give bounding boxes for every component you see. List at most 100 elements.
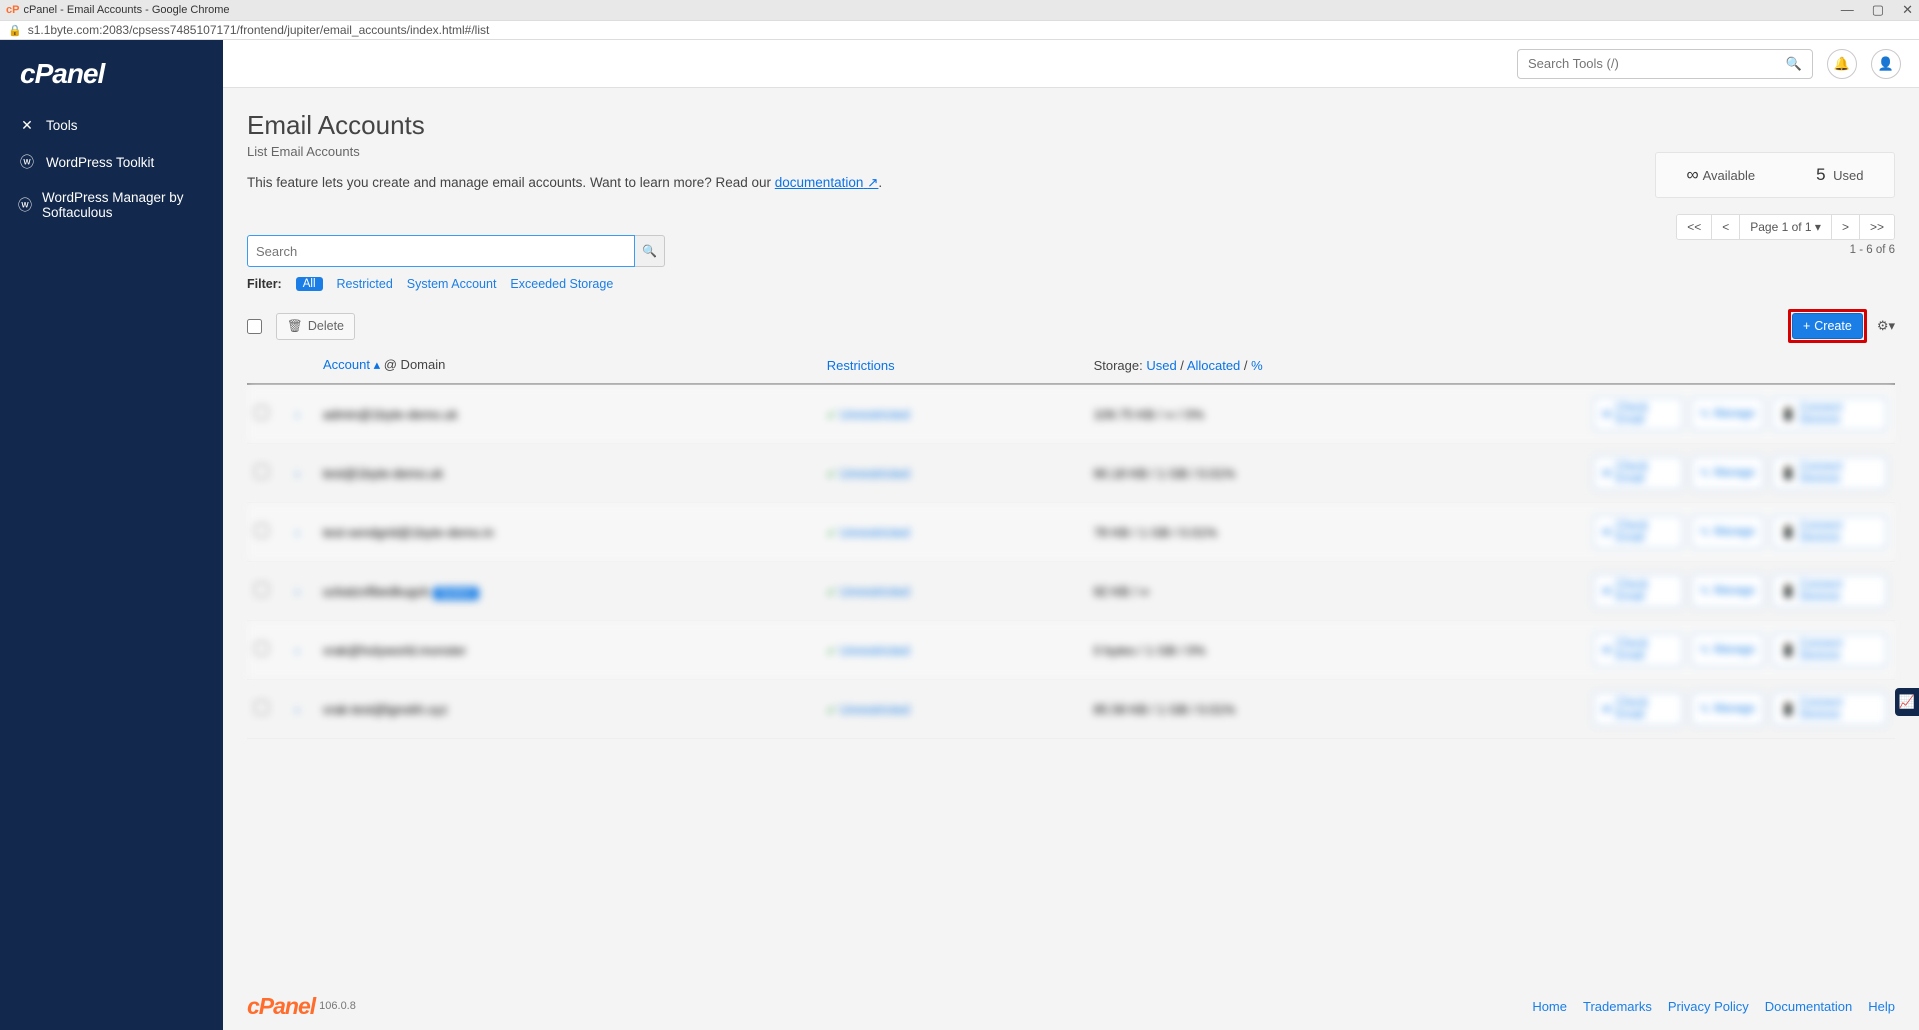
- table-row: ›test-sendgrid@1byte-demo.in✔ Unrestrict…: [247, 503, 1895, 562]
- sidebar-item-label: WordPress Toolkit: [46, 155, 154, 170]
- sidebar-item-label: Tools: [46, 118, 78, 133]
- connect-devices-button-icon: 📱: [1781, 407, 1795, 421]
- check-icon: ✔: [827, 469, 836, 481]
- check-email-button-icon: ✉: [1602, 466, 1612, 480]
- settings-dropdown[interactable]: ⚙▾: [1877, 318, 1895, 334]
- check-email-button[interactable]: ✉Check Email: [1593, 633, 1683, 667]
- footer-link-home[interactable]: Home: [1532, 999, 1567, 1014]
- manage-button[interactable]: ✎Manage: [1691, 633, 1764, 667]
- system-badge: System: [433, 587, 478, 600]
- page-prev-button[interactable]: <: [1712, 215, 1740, 239]
- connect-devices-button[interactable]: 📱Connect Devices: [1772, 456, 1887, 490]
- check-icon: ✔: [827, 410, 836, 422]
- table-row: ›vrak-test@lgnokh.xyz✔ Unrestricted85.58…: [247, 680, 1895, 739]
- table-search-button[interactable]: 🔍: [635, 235, 665, 267]
- connect-devices-button[interactable]: 📱Connect Devices: [1772, 397, 1887, 431]
- filters: Filter: All Restricted System Account Ex…: [247, 277, 1895, 291]
- row-checkbox[interactable]: [255, 524, 268, 537]
- expand-icon[interactable]: ›: [295, 407, 299, 422]
- connect-devices-button-icon: 📱: [1781, 525, 1795, 539]
- expand-icon[interactable]: ›: [295, 643, 299, 658]
- check-email-button[interactable]: ✉Check Email: [1593, 515, 1683, 549]
- footer-link-help[interactable]: Help: [1868, 999, 1895, 1014]
- minimize-button[interactable]: —: [1841, 2, 1854, 18]
- row-checkbox[interactable]: [255, 583, 268, 596]
- account-button[interactable]: 👤: [1871, 49, 1901, 79]
- filter-all[interactable]: All: [296, 277, 323, 291]
- manage-button-icon: ✎: [1700, 525, 1710, 539]
- row-restriction: ✔ Unrestricted: [819, 680, 1086, 739]
- stats-edge-tab[interactable]: 📈: [1895, 688, 1919, 716]
- create-button[interactable]: + Create: [1792, 313, 1863, 339]
- global-search-input[interactable]: [1528, 56, 1786, 71]
- sidebar-item-tools[interactable]: ✕ Tools: [0, 108, 223, 143]
- check-icon: ✔: [827, 646, 836, 658]
- stats-box: ∞Available 5 Used: [1655, 152, 1895, 198]
- row-restriction: ✔ Unrestricted: [819, 562, 1086, 621]
- manage-button[interactable]: ✎Manage: [1691, 574, 1764, 608]
- sidebar-item-wp-toolkit[interactable]: ⓦ WordPress Toolkit: [0, 143, 223, 181]
- check-email-button[interactable]: ✉Check Email: [1593, 397, 1683, 431]
- page-indicator[interactable]: Page 1 of 1 ▾: [1740, 215, 1832, 239]
- storage-used-link[interactable]: Used: [1146, 358, 1176, 373]
- row-restriction: ✔ Unrestricted: [819, 503, 1086, 562]
- connect-devices-button[interactable]: 📱Connect Devices: [1772, 574, 1887, 608]
- manage-button[interactable]: ✎Manage: [1691, 397, 1764, 431]
- infinity-icon: ∞: [1686, 165, 1698, 184]
- filter-restricted[interactable]: Restricted: [337, 277, 393, 291]
- maximize-button[interactable]: ▢: [1872, 2, 1884, 18]
- select-all-checkbox[interactable]: [247, 319, 262, 334]
- expand-icon[interactable]: ›: [295, 702, 299, 717]
- storage-allocated-link[interactable]: Allocated: [1187, 358, 1240, 373]
- connect-devices-button[interactable]: 📱Connect Devices: [1772, 515, 1887, 549]
- documentation-link[interactable]: documentation ↗: [775, 175, 879, 190]
- connect-devices-button[interactable]: 📱Connect Devices: [1772, 633, 1887, 667]
- browser-addressbar[interactable]: 🔒 s1.1byte.com:2083/cpsess7485107171/fro…: [0, 20, 1919, 40]
- expand-icon[interactable]: ›: [295, 584, 299, 599]
- row-checkbox[interactable]: [255, 642, 268, 655]
- manage-button[interactable]: ✎Manage: [1691, 515, 1764, 549]
- manage-button[interactable]: ✎Manage: [1691, 456, 1764, 490]
- footer-link-trademarks[interactable]: Trademarks: [1583, 999, 1652, 1014]
- delete-button[interactable]: 🗑 Delete: [276, 313, 355, 340]
- browser-titlebar: cP cPanel - Email Accounts - Google Chro…: [0, 0, 1919, 20]
- footer-link-documentation[interactable]: Documentation: [1765, 999, 1852, 1014]
- chevron-down-icon: ▾: [1888, 318, 1895, 334]
- footer: cPanel 106.0.8 Home Trademarks Privacy P…: [223, 982, 1919, 1030]
- connect-devices-button[interactable]: 📱Connect Devices: [1772, 692, 1887, 726]
- storage-percent-link[interactable]: %: [1251, 358, 1263, 373]
- check-email-button[interactable]: ✉Check Email: [1593, 692, 1683, 726]
- row-checkbox[interactable]: [255, 701, 268, 714]
- expand-icon[interactable]: ›: [295, 525, 299, 540]
- footer-link-privacy[interactable]: Privacy Policy: [1668, 999, 1749, 1014]
- bell-icon: 🔔: [1834, 56, 1850, 72]
- notifications-button[interactable]: 🔔: [1827, 49, 1857, 79]
- close-window-button[interactable]: ✕: [1902, 2, 1913, 18]
- filter-system[interactable]: System Account: [407, 277, 497, 291]
- row-restriction: ✔ Unrestricted: [819, 444, 1086, 503]
- row-checkbox[interactable]: [255, 406, 268, 419]
- col-restrictions[interactable]: Restrictions: [819, 347, 1086, 384]
- footer-logo: cPanel: [247, 993, 315, 1020]
- col-account[interactable]: Account ▴ @ Domain: [315, 347, 819, 384]
- page-last-button[interactable]: >>: [1860, 215, 1894, 239]
- table-row: ›test@1byte-demo.uk✔ Unrestricted90.18 K…: [247, 444, 1895, 503]
- global-search[interactable]: 🔍: [1517, 49, 1813, 79]
- page-next-button[interactable]: >: [1832, 215, 1860, 239]
- filter-label: Filter:: [247, 277, 282, 291]
- sidebar-item-label: WordPress Manager by Softaculous: [42, 190, 205, 220]
- manage-button[interactable]: ✎Manage: [1691, 692, 1764, 726]
- footer-version: 106.0.8: [319, 1000, 356, 1012]
- expand-icon[interactable]: ›: [295, 466, 299, 481]
- check-email-button[interactable]: ✉Check Email: [1593, 574, 1683, 608]
- row-checkbox[interactable]: [255, 465, 268, 478]
- filter-exceeded[interactable]: Exceeded Storage: [510, 277, 613, 291]
- row-email: uckatzvfibedkugckSystem: [315, 562, 819, 621]
- table-search-input[interactable]: [247, 235, 635, 267]
- sidebar-item-wp-manager[interactable]: ⓦ WordPress Manager by Softaculous: [0, 181, 223, 229]
- sidebar-logo: cPanel: [0, 40, 223, 102]
- wordpress-icon: ⓦ: [18, 195, 32, 215]
- page-first-button[interactable]: <<: [1677, 215, 1712, 239]
- topbar: 🔍 🔔 👤: [223, 40, 1919, 88]
- check-email-button[interactable]: ✉Check Email: [1593, 456, 1683, 490]
